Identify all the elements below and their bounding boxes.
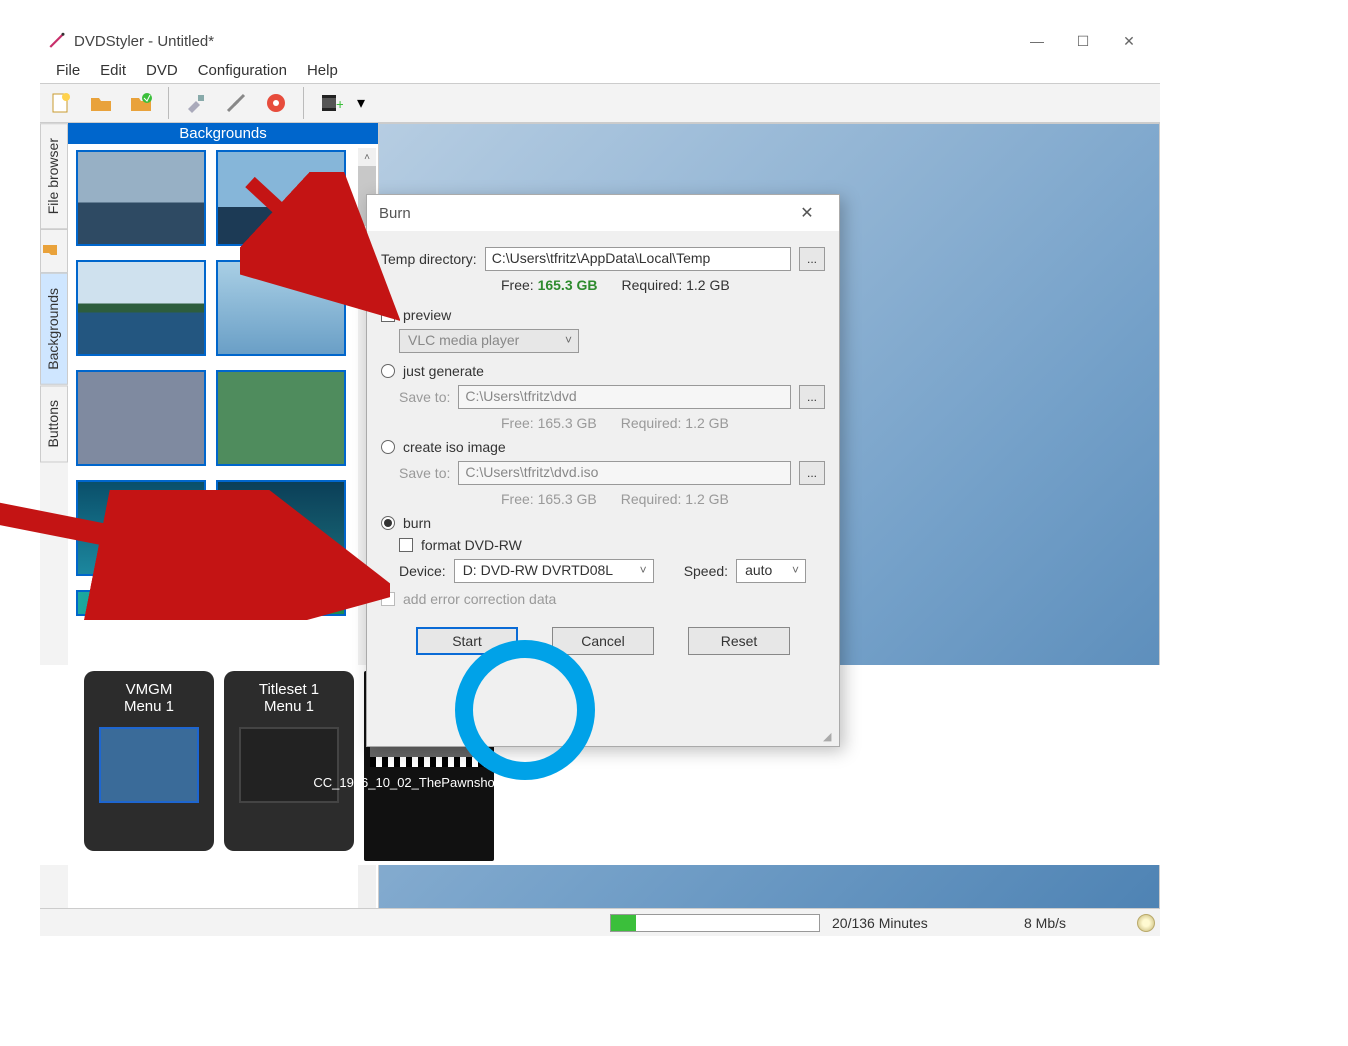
free-label: Free: 165.3 GB — [501, 277, 598, 293]
bg-thumb[interactable] — [76, 150, 206, 246]
tile-preview — [99, 727, 199, 803]
ecc-label: add error correction data — [403, 591, 556, 607]
resize-grip-icon[interactable]: ◢ — [823, 730, 837, 744]
free2-label: Free: 165.3 GB — [501, 415, 597, 431]
tab-buttons[interactable]: Buttons — [40, 385, 68, 462]
tab-folder-icon[interactable] — [40, 229, 68, 273]
tab-file-browser[interactable]: File browser — [40, 123, 68, 229]
bg-thumb[interactable] — [216, 590, 346, 616]
preview-label: preview — [403, 307, 451, 323]
scroll-up-icon[interactable]: ˄ — [358, 148, 376, 166]
status-bar: 20/136 Minutes 8 Mb/s — [40, 908, 1160, 936]
new-button[interactable] — [44, 86, 78, 120]
close-button[interactable]: ✕ — [1106, 26, 1152, 56]
save-to-1-input[interactable]: C:\Users\tfritz\dvd — [458, 385, 791, 409]
format-checkbox[interactable] — [399, 538, 413, 552]
burn-radio[interactable] — [381, 516, 395, 530]
save-to-2-input[interactable]: C:\Users\tfritz\dvd.iso — [458, 461, 791, 485]
bg-thumb[interactable] — [216, 480, 346, 576]
save-button[interactable] — [124, 86, 158, 120]
menu-configuration[interactable]: Configuration — [188, 59, 297, 82]
bg-thumb[interactable] — [76, 590, 206, 616]
video-caption: CC_1916_10_02_ThePawnshop_512kb — [313, 775, 544, 791]
tile-preview — [239, 727, 339, 803]
menubar: File Edit DVD Configuration Help — [40, 57, 1160, 83]
speed-select[interactable]: auto — [736, 559, 806, 583]
disc-icon — [1137, 914, 1155, 932]
app-icon — [48, 32, 66, 50]
status-time: 20/136 Minutes — [832, 915, 928, 931]
maximize-button[interactable]: ☐ — [1060, 26, 1106, 56]
window-title: DVDStyler - Untitled* — [74, 33, 214, 50]
menu-dvd[interactable]: DVD — [136, 59, 188, 82]
titleset-tile[interactable]: Titleset 1 Menu 1 — [224, 671, 354, 851]
save-to-1-label: Save to: — [399, 389, 450, 405]
req2-label: Required: 1.2 GB — [621, 415, 729, 431]
save-to-2-browse[interactable]: ... — [799, 461, 825, 485]
free3-label: Free: 165.3 GB — [501, 491, 597, 507]
titlebar: DVDStyler - Untitled* — ☐ ✕ — [40, 25, 1160, 57]
temp-browse-button[interactable]: ... — [799, 247, 825, 271]
tile-label: VMGM — [126, 681, 173, 698]
tab-backgrounds[interactable]: Backgrounds — [40, 273, 68, 385]
disc-usage-bar — [610, 914, 820, 932]
cancel-button[interactable]: Cancel — [552, 627, 654, 655]
backgrounds-header: Backgrounds — [68, 123, 378, 144]
bg-thumb[interactable] — [216, 150, 346, 246]
required-label: Required: 1.2 GB — [622, 277, 730, 293]
temp-dir-label: Temp directory: — [381, 251, 477, 267]
tile-label: Titleset 1 — [259, 681, 319, 698]
add-video-button[interactable]: + — [314, 86, 348, 120]
create-iso-label: create iso image — [403, 439, 506, 455]
menu-edit[interactable]: Edit — [90, 59, 136, 82]
bg-thumb[interactable] — [76, 260, 206, 356]
speed-label: Speed: — [684, 563, 728, 579]
dialog-close-button[interactable]: ✕ — [787, 199, 827, 227]
open-button[interactable] — [84, 86, 118, 120]
burn-dialog: Burn ✕ Temp directory: C:\Users\tfritz\A… — [366, 194, 840, 747]
menu-file[interactable]: File — [46, 59, 90, 82]
temp-dir-input[interactable]: C:\Users\tfritz\AppData\Local\Temp — [485, 247, 791, 271]
tile-sublabel: Menu 1 — [124, 698, 174, 715]
svg-text:+: + — [336, 96, 343, 112]
device-label: Device: — [399, 563, 446, 579]
player-select[interactable]: VLC media player — [399, 329, 579, 353]
toolbar: + ▾ — [40, 83, 1160, 123]
minimize-button[interactable]: — — [1014, 26, 1060, 56]
just-generate-radio[interactable] — [381, 364, 395, 378]
req3-label: Required: 1.2 GB — [621, 491, 729, 507]
menu-help[interactable]: Help — [297, 59, 348, 82]
bg-thumb[interactable] — [76, 480, 206, 576]
create-iso-radio[interactable] — [381, 440, 395, 454]
tile-sublabel: Menu 1 — [264, 698, 314, 715]
just-generate-label: just generate — [403, 363, 484, 379]
bg-thumb[interactable] — [216, 260, 346, 356]
dialog-titlebar: Burn ✕ — [367, 195, 839, 231]
status-bitrate: 8 Mb/s — [1024, 915, 1066, 931]
bg-thumb[interactable] — [216, 370, 346, 466]
tools-button[interactable] — [219, 86, 253, 120]
save-to-2-label: Save to: — [399, 465, 450, 481]
save-to-1-browse[interactable]: ... — [799, 385, 825, 409]
format-label: format DVD-RW — [421, 537, 522, 553]
burn-button[interactable] — [259, 86, 293, 120]
device-select[interactable]: D: DVD-RW DVRTD08L — [454, 559, 654, 583]
add-video-dropdown[interactable]: ▾ — [354, 86, 368, 120]
burn-label: burn — [403, 515, 431, 531]
bg-thumb[interactable] — [76, 370, 206, 466]
preview-checkbox[interactable] — [381, 308, 395, 322]
start-button[interactable]: Start — [416, 627, 518, 655]
dialog-title: Burn — [379, 205, 411, 222]
settings-button[interactable] — [179, 86, 213, 120]
reset-button[interactable]: Reset — [688, 627, 790, 655]
vmgm-tile[interactable]: VMGM Menu 1 — [84, 671, 214, 851]
ecc-checkbox[interactable] — [381, 592, 395, 606]
